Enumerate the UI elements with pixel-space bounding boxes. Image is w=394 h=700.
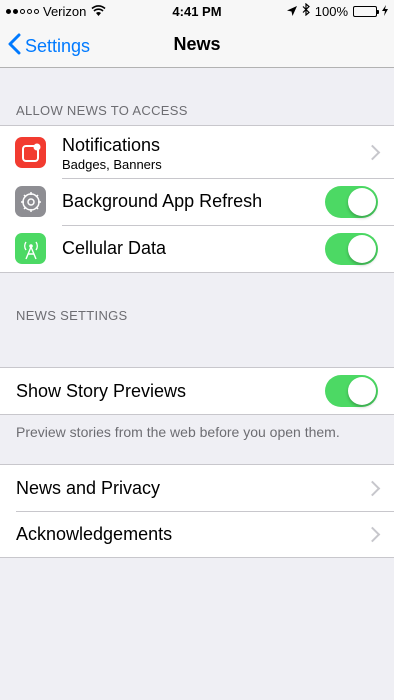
show-story-previews-label: Show Story Previews (16, 381, 187, 401)
bluetooth-icon (302, 2, 310, 19)
news-and-privacy-row[interactable]: News and Privacy (0, 465, 394, 511)
cellular-data-row: Cellular Data (0, 225, 394, 272)
chevron-right-icon (364, 480, 381, 497)
charging-bolt-icon (382, 4, 388, 19)
cellular-data-toggle[interactable] (325, 233, 378, 265)
navigation-bar: Settings News (0, 22, 394, 68)
acknowledgements-label: Acknowledgements (16, 524, 173, 544)
story-previews-footer: Preview stories from the web before you … (16, 424, 340, 440)
battery-icon (353, 5, 379, 17)
background-app-refresh-row: Background App Refresh (0, 178, 394, 225)
gear-icon (15, 186, 46, 217)
battery-percent: 100% (314, 3, 348, 19)
show-story-previews-row: Show Story Previews (0, 368, 394, 414)
status-right: 100% (286, 2, 388, 19)
news-and-privacy-label: News and Privacy (16, 478, 161, 498)
section-header-news-settings: NEWS SETTINGS (16, 308, 128, 323)
notifications-sublabel: Badges, Banners (62, 157, 162, 172)
section-header-access: ALLOW NEWS TO ACCESS (16, 103, 188, 118)
chevron-right-icon (364, 144, 381, 161)
location-arrow-icon (286, 4, 297, 19)
notifications-row[interactable]: Notifications Badges, Banners (0, 126, 394, 178)
toggle-knob (348, 235, 376, 263)
background-app-refresh-toggle[interactable] (325, 186, 378, 218)
show-story-previews-toggle[interactable] (325, 375, 378, 407)
status-bar: Verizon 4:41 PM 100% (0, 0, 394, 22)
cellular-data-label: Cellular Data (62, 238, 167, 258)
acknowledgements-row[interactable]: Acknowledgements (0, 511, 394, 557)
background-app-refresh-label: Background App Refresh (62, 191, 263, 211)
antenna-icon (15, 233, 46, 264)
story-previews-group: Show Story Previews (0, 367, 394, 415)
chevron-right-icon (364, 526, 381, 543)
notifications-label: Notifications (62, 135, 161, 155)
toggle-knob (348, 377, 376, 405)
access-group: Notifications Badges, Banners Background… (0, 125, 394, 273)
toggle-knob (348, 188, 376, 216)
notifications-icon (15, 137, 46, 168)
page-title: News (173, 34, 221, 54)
links-group: News and Privacy Acknowledgements (0, 464, 394, 558)
